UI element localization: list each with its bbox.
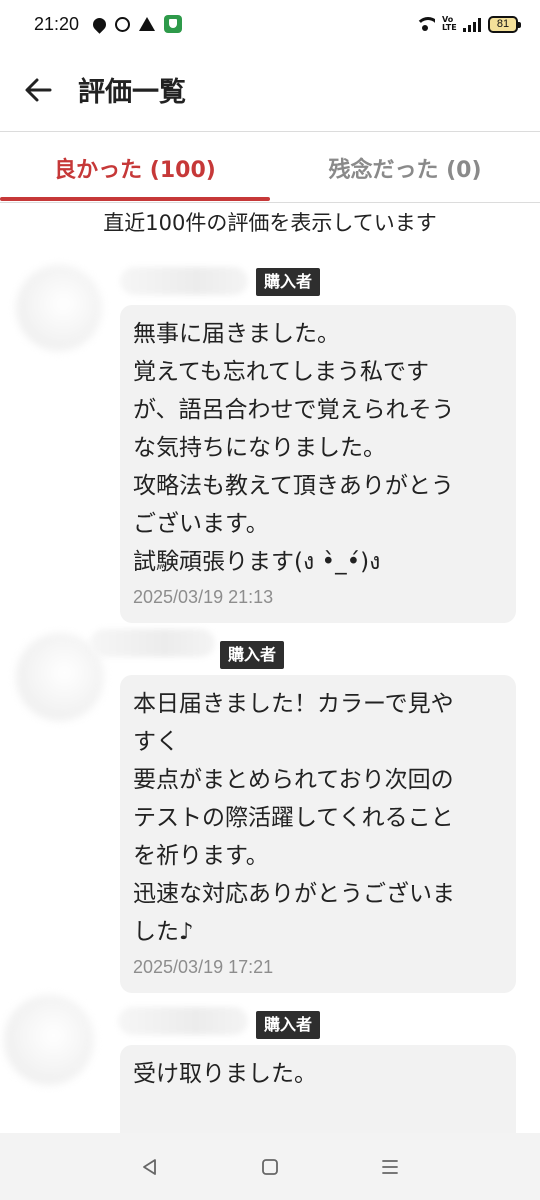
nav-back-button[interactable] [130,1147,170,1187]
notification-drive-icon [139,17,156,31]
square-home-icon [262,1158,278,1175]
tab-good[interactable]: 良かった (100) [0,133,270,202]
avatar [4,995,94,1085]
tab-bad[interactable]: 残念だった (0) [270,133,540,202]
reviewer-name [90,629,215,657]
review-date: 2025/03/19 21:13 [133,587,274,607]
review-text: 受け取りました。 [133,1061,317,1087]
review-tabs: 良かった (100) 残念だった (0) [0,133,540,203]
review-bubble: 本日届きました！カラーで見や すく 要点がまとめられており次回の テストの際活躍… [120,675,516,993]
signal-icon [463,16,481,32]
buyer-badge: 購入者 [256,268,321,296]
avatar [16,265,102,351]
arrow-left-icon [25,78,52,101]
status-time: 21:20 [34,13,80,34]
triangle-back-icon [143,1158,156,1175]
notice-text: 直近100件の評価を表示しています [103,211,437,235]
menu-lines-icon [382,1159,398,1174]
notification-icons [90,14,183,34]
nav-home-button[interactable] [250,1147,290,1187]
notification-app-icon [90,14,109,34]
review-date: 2025/03/19 17:21 [133,957,274,977]
review-text: 本日届きました！カラーで見や すく 要点がまとめられており次回の テストの際活躍… [133,691,455,945]
buyer-badge: 購入者 [256,1011,321,1039]
system-icons: Vo LTE 81 [415,15,521,33]
back-button[interactable] [14,66,62,114]
wifi-icon [415,17,435,31]
status-bar: 21:20 Vo LTE 81 [0,0,540,48]
notification-shield-icon [164,15,183,33]
nav-menu-button[interactable] [370,1147,410,1187]
volte-icon: Vo LTE [442,15,457,32]
app-header: 評価一覧 [0,48,540,132]
notification-sync-icon [115,16,131,32]
page-title: 評価一覧 [78,77,186,108]
reviewer-name [120,267,248,295]
battery-icon: 81 [488,15,521,33]
buyer-badge: 購入者 [220,641,285,669]
review-text: 無事に届きました。 覚えても忘れてしまう私です が、語呂合わせで覚えられそう な… [133,321,455,575]
system-nav-bar [0,1133,540,1200]
review-bubble: 無事に届きました。 覚えても忘れてしまう私です が、語呂合わせで覚えられそう な… [120,305,516,623]
reviewer-name [118,1007,248,1035]
